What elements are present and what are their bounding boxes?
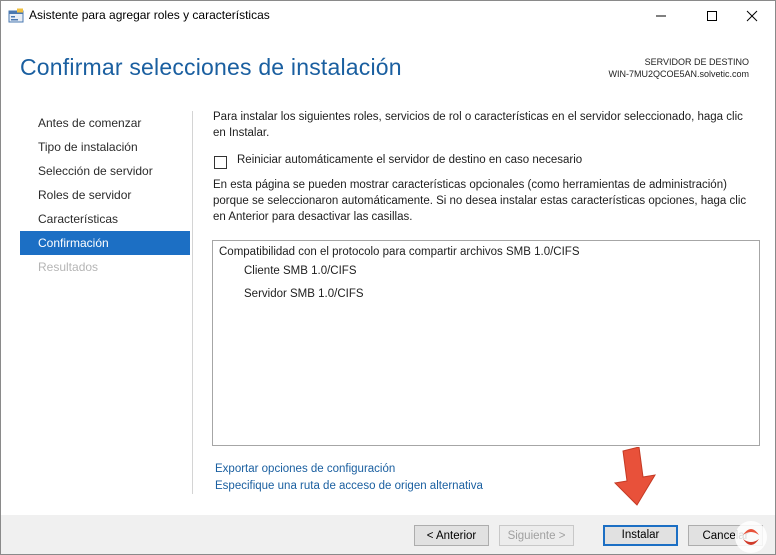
nav-item-confirmacion[interactable]: Confirmación xyxy=(20,231,190,255)
maximize-icon xyxy=(707,11,717,21)
intro-line-2: en Instalar. xyxy=(213,127,270,139)
previous-button[interactable]: < Anterior xyxy=(414,525,489,546)
alternate-source-link[interactable]: Especifique una ruta de acceso de origen… xyxy=(215,480,483,492)
destination-server-label: SERVIDOR DE DESTINO xyxy=(644,57,749,67)
solvetic-logo-icon xyxy=(735,521,767,553)
page-title: Confirmar selecciones de instalación xyxy=(20,54,402,80)
minimize-icon xyxy=(656,15,666,17)
selections-list[interactable]: Compatibilidad con el protocolo para com… xyxy=(212,240,760,446)
restart-checkbox-label[interactable]: Reiniciar automáticamente el servidor de… xyxy=(237,154,582,166)
nav-item-antes-de-comenzar[interactable]: Antes de comenzar xyxy=(20,111,190,135)
wizard-nav: Antes de comenzar Tipo de instalación Se… xyxy=(20,111,190,279)
server-manager-wizard-icon xyxy=(8,8,24,23)
list-item-sub: Cliente SMB 1.0/CIFS xyxy=(244,265,357,277)
optional-line-2: porque se seleccionaron automáticamente.… xyxy=(213,195,747,207)
wizard-window: Asistente para agregar roles y caracterí… xyxy=(0,0,776,555)
destination-server-name: WIN-7MU2QCOE5AN.solvetic.com xyxy=(608,69,749,79)
title-bar[interactable]: Asistente para agregar roles y caracterí… xyxy=(1,1,775,31)
close-icon xyxy=(746,10,758,22)
minimize-button[interactable] xyxy=(638,1,684,31)
next-button: Siguiente > xyxy=(499,525,574,546)
nav-item-resultados: Resultados xyxy=(38,260,99,274)
restart-checkbox[interactable] xyxy=(214,156,227,169)
intro-line-1: Para instalar los siguientes roles, serv… xyxy=(213,111,743,123)
nav-item-caracteristicas[interactable]: Características xyxy=(20,207,190,231)
optional-features-text: En esta página se pueden mostrar caracte… xyxy=(213,177,758,225)
pointer-arrow-icon xyxy=(613,447,656,506)
window-title: Asistente para agregar roles y caracterí… xyxy=(29,8,270,22)
list-item-feature: Compatibilidad con el protocolo para com… xyxy=(219,246,580,258)
optional-line-1: En esta página se pueden mostrar caracte… xyxy=(213,179,727,191)
intro-text: Para instalar los siguientes roles, serv… xyxy=(213,109,758,141)
nav-item-tipo-de-instalacion[interactable]: Tipo de instalación xyxy=(20,135,190,159)
nav-item-seleccion-de-servidor[interactable]: Selección de servidor xyxy=(20,159,190,183)
nav-item-roles-de-servidor[interactable]: Roles de servidor xyxy=(20,183,190,207)
export-config-link[interactable]: Exportar opciones de configuración xyxy=(215,463,395,475)
list-item-sub: Servidor SMB 1.0/CIFS xyxy=(244,288,364,300)
optional-line-3: en Anterior para desactivar las casillas… xyxy=(213,211,413,223)
install-button[interactable]: Instalar xyxy=(603,525,678,546)
close-button[interactable] xyxy=(729,1,775,31)
nav-divider xyxy=(192,111,193,494)
